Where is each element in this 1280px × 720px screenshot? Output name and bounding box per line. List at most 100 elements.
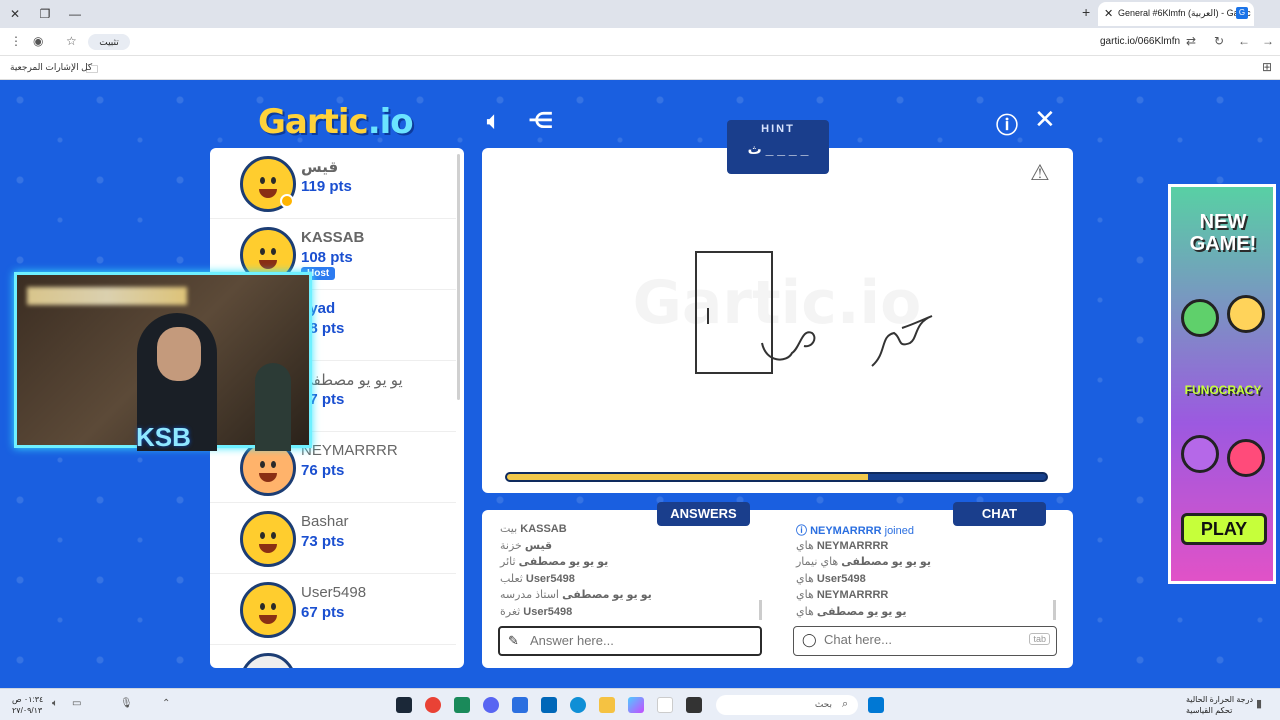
ad-brand: FUNOCRACY (1184, 383, 1262, 397)
windows-taskbar: ٠١:٣٤ ص ٢٧/٠٩/١٣ 🔈︎ ▭ 🎙︎ ⌃ بحث ⌕ درجة ال… (0, 688, 1280, 720)
bearded-character-icon (1181, 435, 1219, 473)
hint-word: ث _ _ _ _ (747, 141, 809, 157)
chat-item: User5498 هاي (796, 572, 866, 585)
minimize-window-icon[interactable]: — (64, 4, 86, 24)
info-icon: ⓘ (796, 525, 807, 537)
player-row[interactable]: User5498 67 pts (210, 574, 456, 645)
timer-bar (505, 472, 1048, 482)
back-icon[interactable]: → (1262, 34, 1274, 48)
chat-item: NEYMARRRR هاي (796, 589, 889, 601)
answer-item: User5498 ثغرة (500, 605, 573, 618)
ad-play-button[interactable]: PLAY (1181, 513, 1267, 545)
chat-list: ⓘ NEYMARRRR joined NEYMARRRR هاي يو يو ي… (796, 522, 1056, 621)
answer-item: يو يو يو مصطفى استاذ مدرسه (500, 589, 652, 601)
chat-scrollbar[interactable] (1053, 600, 1056, 620)
player-row[interactable] (210, 645, 456, 668)
file-explorer-icon[interactable] (599, 697, 615, 713)
advertisement[interactable]: NEW GAME! FUNOCRACY PLAY (1168, 184, 1276, 584)
answers-list: KASSAB بيت قيس خزنة يو يو يو مصطفى ثائر … (500, 522, 760, 621)
app-icon[interactable] (454, 697, 470, 713)
app-icon[interactable] (686, 697, 702, 713)
install-button[interactable]: تثبيت (88, 34, 130, 50)
player-row[interactable]: قيس 119 pts (210, 148, 456, 219)
answer-item: User5498 ثعلب (500, 572, 575, 585)
hint-box: HINT ث _ _ _ _ (727, 120, 829, 174)
microphone-tray-icon[interactable]: 🎙︎ (120, 698, 133, 709)
gartic-logo[interactable]: Gartic.io (258, 102, 414, 142)
search-icon: ⌕ (842, 698, 849, 710)
discord-icon[interactable] (483, 697, 499, 713)
weather-icon[interactable]: ▮ (1256, 697, 1262, 710)
player-points: 67 pts (301, 604, 345, 621)
player-row[interactable]: Bashar 73 pts (210, 503, 456, 574)
chat-bubble-icon: ◯ (802, 632, 817, 647)
close-window-icon[interactable]: ✕ (4, 4, 26, 24)
pencil-icon: ✎ (508, 633, 519, 648)
hint-title: HINT (761, 123, 795, 135)
volume-icon[interactable]: 🔈︎ (487, 108, 500, 134)
chat-input[interactable] (824, 632, 1024, 647)
streamer-face (157, 327, 201, 381)
menu-dots-icon[interactable]: ⋮ (10, 34, 22, 48)
chat-item: NEYMARRRR هاي (796, 539, 889, 552)
chat-item: ⓘ NEYMARRRR joined (796, 525, 914, 537)
clock-date[interactable]: ٢٧/٠٩/١٣ (12, 706, 42, 715)
clock-time[interactable]: ٠١:٣٤ ص (12, 695, 43, 704)
player-name: قيس (301, 159, 339, 176)
answer-item: KASSAB بيت (500, 523, 567, 535)
network-tray-icon[interactable]: ▭ (72, 698, 81, 709)
steam-icon[interactable] (396, 697, 412, 713)
url-text[interactable]: gartic.io/066Klmfn (1100, 36, 1180, 47)
tab-close-icon[interactable]: ✕ (1104, 7, 1113, 20)
answer-input[interactable] (530, 633, 730, 648)
chat-input-box[interactable]: ◯ tab (793, 626, 1057, 656)
store-icon[interactable] (541, 697, 557, 713)
app-icon[interactable] (512, 697, 528, 713)
tab-key-hint: tab (1029, 633, 1050, 645)
weather-line1[interactable]: درجة الحرارة الحالية (1186, 695, 1253, 704)
answers-scrollbar[interactable] (759, 600, 762, 620)
show-hidden-icons[interactable]: ⌃ (162, 698, 170, 709)
share-icon[interactable]: ⋲ (528, 108, 553, 134)
logo-main-text: Gartic (258, 102, 369, 142)
close-game-icon[interactable]: ✕ (1034, 104, 1056, 135)
player-name: User5498 (301, 584, 367, 601)
timer-fill (507, 474, 869, 480)
player-avatar (240, 582, 296, 638)
edge-icon[interactable] (570, 697, 586, 713)
drawing-badge-icon (280, 194, 294, 208)
thumbs-up-character-icon (1181, 299, 1219, 337)
address-bar: ⋮ ◉ ☆ تثبيت gartic.io/066Klmfn ⇄ ↻ ← → (0, 28, 1280, 56)
star-icon[interactable]: ☆ (66, 34, 77, 48)
copilot-icon[interactable] (628, 697, 644, 713)
taskbar-search[interactable]: بحث (716, 695, 858, 715)
new-tab-icon[interactable]: + (1082, 4, 1090, 20)
browser-tab[interactable]: ✕ General #6Klmfn (العربية) - Gartic G (1098, 2, 1254, 26)
chrome-icon[interactable] (425, 697, 441, 713)
report-warning-icon[interactable]: ⚠ (1030, 160, 1050, 186)
players-scrollbar[interactable] (457, 154, 460, 400)
profile-icon[interactable]: ◉ (33, 34, 43, 48)
player-avatar (240, 511, 296, 567)
windows-start-icon[interactable] (868, 697, 884, 713)
player-points: 76 pts (301, 462, 345, 479)
player-name: يو يو يو مصطفى (301, 372, 403, 389)
all-bookmarks-link[interactable]: كل الإشارات المرجعية (10, 62, 92, 73)
info-icon[interactable]: ⓘ (996, 108, 1018, 140)
apps-grid-icon[interactable]: ⊞ (1262, 60, 1272, 74)
drawing-canvas: Gartic.io (633, 251, 933, 374)
reload-icon[interactable]: ↻ (1214, 34, 1224, 48)
forward-icon[interactable]: ← (1238, 34, 1250, 48)
tab-favicon-icon: G (1236, 7, 1248, 19)
weather-line2[interactable]: تحكم القياسية (1186, 706, 1232, 715)
site-settings-icon[interactable]: ⇄ (1186, 34, 1196, 48)
restore-window-icon[interactable]: ❐ (34, 4, 56, 24)
app-icon[interactable] (657, 697, 673, 713)
game-area: Gartic.io 🔈︎ ⋲ ⓘ ✕ قيس 119 pts KASSAB 10… (0, 80, 1280, 688)
player-avatar (240, 653, 296, 668)
answer-input-box[interactable]: ✎ (498, 626, 762, 656)
volume-tray-icon[interactable]: 🔈︎ (52, 698, 58, 709)
svg-text:Gartic.io: Gartic.io (633, 268, 922, 338)
streamer-logo: KSB (136, 422, 191, 452)
chat-item: يو يو يو مصطفى هاي نيمار (796, 556, 931, 568)
